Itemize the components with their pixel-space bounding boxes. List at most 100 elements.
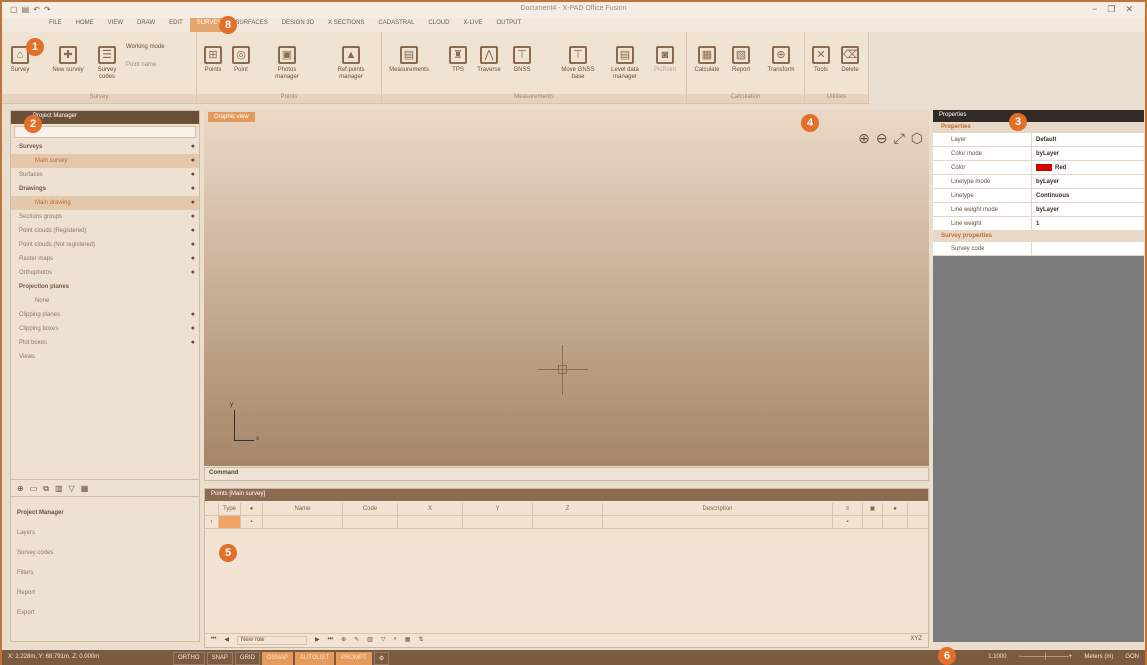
visibility-icon[interactable]: ● xyxy=(191,210,195,224)
survey-codes-button[interactable]: ☰ Survey codes xyxy=(92,46,122,81)
edit-point-icon[interactable]: ✎ xyxy=(354,636,359,645)
tree-item-plot-boxes[interactable]: Plot boxes ● xyxy=(11,336,199,350)
visibility-icon[interactable]: ● xyxy=(191,196,195,210)
ref-points-manager-button[interactable]: ▲ Ref.points manager xyxy=(329,46,373,81)
mode-ortho[interactable]: ORTHO xyxy=(173,652,205,665)
nav-project-manager[interactable]: Project Manager xyxy=(11,503,199,523)
view-cube-icon[interactable]: ⬡ xyxy=(911,130,923,147)
cell-layer[interactable]: ▪ xyxy=(833,516,863,528)
nav-filters[interactable]: Filters xyxy=(11,563,199,583)
tab-x-sections[interactable]: X SECTIONS xyxy=(321,18,371,32)
visibility-icon[interactable]: ● xyxy=(191,182,195,196)
tree-item-point-clouds-not-registered[interactable]: Point clouds (Not registered) ● xyxy=(11,238,199,252)
zoom-extents-icon[interactable]: ⤢ xyxy=(894,130,905,147)
cell-bulb[interactable] xyxy=(883,516,908,528)
visibility-icon[interactable]: ● xyxy=(191,154,195,168)
tree-item-raster-maps[interactable]: Raster maps ● xyxy=(11,252,199,266)
cell-description[interactable] xyxy=(603,516,833,528)
tree-item-orthophotos[interactable]: Orthophotos ● xyxy=(11,266,199,280)
point-name-button[interactable]: Point name xyxy=(126,62,196,69)
mode-prompt[interactable]: PROMPT xyxy=(336,652,372,665)
visibility-icon[interactable]: ● xyxy=(191,308,195,322)
cell-visibility[interactable]: ▪ xyxy=(241,516,263,528)
tab-home[interactable]: HOME xyxy=(69,18,101,32)
col-description[interactable]: Description xyxy=(603,503,833,515)
cell-x[interactable] xyxy=(398,516,463,528)
property-row[interactable]: Linetype Continuous xyxy=(933,189,1144,203)
tab-edit[interactable]: EDIT xyxy=(162,18,190,32)
transform-button[interactable]: ⊕ Transform xyxy=(761,46,801,74)
point-button[interactable]: ◎ Point xyxy=(229,46,253,74)
property-row[interactable]: Line weight mode byLayer xyxy=(933,203,1144,217)
prev-record-icon[interactable]: ◀ xyxy=(224,636,229,645)
tree-item-main-drawing[interactable]: Main drawing ● xyxy=(11,196,199,210)
mode-autolist[interactable]: AUTOLIST xyxy=(294,652,335,665)
property-row[interactable]: Line weight 1 xyxy=(933,217,1144,231)
property-row[interactable]: Layer Default xyxy=(933,133,1144,147)
visibility-icon[interactable]: ● xyxy=(191,224,195,238)
units-readout[interactable]: Meters (m) xyxy=(1084,654,1113,660)
first-record-icon[interactable]: ⏮ xyxy=(211,636,216,645)
cell-photo[interactable] xyxy=(863,516,883,528)
new-survey-button[interactable]: ✚ New survey xyxy=(48,46,88,74)
cell-code[interactable] xyxy=(343,516,398,528)
report-button[interactable]: ▧ Report xyxy=(727,46,755,74)
cell-z[interactable] xyxy=(533,516,603,528)
gnss-button[interactable]: ⊤ GNSS xyxy=(510,46,534,74)
nav-layers[interactable]: Layers xyxy=(11,523,199,543)
visibility-icon[interactable]: ● xyxy=(191,266,195,280)
col-bulb-icon[interactable]: ● xyxy=(883,503,908,515)
project-search-input[interactable] xyxy=(14,126,196,138)
tab-cadastral[interactable]: CADASTRAL xyxy=(371,18,421,32)
columns-icon[interactable]: ▦ xyxy=(405,636,411,645)
graphic-view[interactable]: Graphic view ⊕ ⊖ ⤢ ⬡ y x xyxy=(204,110,929,466)
trash-icon[interactable]: ▥ xyxy=(55,484,63,493)
tab-cloud[interactable]: CLOUD xyxy=(421,18,456,32)
col-type[interactable]: Type xyxy=(219,503,241,515)
tab-x-live[interactable]: X-LIVE xyxy=(456,18,489,32)
mode-grid[interactable]: GRID xyxy=(234,652,260,665)
properties-section[interactable]: Properties xyxy=(933,122,1144,133)
delete-point-icon[interactable]: ▥ xyxy=(367,636,373,645)
cell-name[interactable] xyxy=(263,516,343,528)
measurements-button[interactable]: ▤ Measurements xyxy=(384,46,434,74)
tab-draw[interactable]: DRAW xyxy=(130,18,162,32)
mode-osnap[interactable]: OSNAP xyxy=(261,652,293,665)
col-layer-icon[interactable]: ≡ xyxy=(833,503,863,515)
tree-item-clipping-boxes[interactable]: Clipping boxes ● xyxy=(11,322,199,336)
mode-snap[interactable]: SNAP xyxy=(206,652,233,665)
cell-type[interactable] xyxy=(219,516,241,528)
close-button[interactable]: ✕ xyxy=(1125,4,1133,15)
tree-item-sections-groups[interactable]: Sections groups ● xyxy=(11,210,199,224)
working-mode-button[interactable]: Working mode xyxy=(126,44,196,51)
coord-selector[interactable]: XYZ xyxy=(910,636,922,645)
tree-item-drawings[interactable]: Drawings ● xyxy=(11,182,199,196)
property-row[interactable]: Linetype mode byLayer xyxy=(933,175,1144,189)
visibility-icon[interactable]: ● xyxy=(191,336,195,350)
tree-item-projection-planes[interactable]: Projection planes xyxy=(11,280,199,294)
table-row[interactable]: › ▪ ▪ xyxy=(205,516,928,529)
tree-item-none[interactable]: None xyxy=(11,294,199,308)
last-record-icon[interactable]: ⏭ xyxy=(328,636,333,645)
add-icon[interactable]: ⊕ xyxy=(17,484,24,493)
nav-report[interactable]: Report xyxy=(11,583,199,603)
sort-icon[interactable]: ⇅ xyxy=(418,636,423,645)
property-row[interactable]: Color Red xyxy=(933,161,1144,175)
col-photo-icon[interactable]: ▣ xyxy=(863,503,883,515)
tab-output[interactable]: OUTPUT xyxy=(489,18,528,32)
nav-export[interactable]: Export xyxy=(11,603,199,623)
angle-units-readout[interactable]: GON xyxy=(1125,654,1139,660)
graphic-view-tab[interactable]: Graphic view xyxy=(208,112,255,122)
zoom-out-icon[interactable]: ⊖ xyxy=(876,130,888,147)
col-y[interactable]: Y xyxy=(463,503,533,515)
tab-file[interactable]: FILE xyxy=(42,18,69,32)
settings-gear-icon[interactable]: ⚙ xyxy=(373,652,390,665)
search-icon[interactable]: ⌕ xyxy=(393,636,396,645)
tools-button[interactable]: ✕ Tools xyxy=(809,46,833,74)
new-row-field[interactable]: New row xyxy=(237,636,308,645)
col-visibility-icon[interactable]: ● xyxy=(241,503,263,515)
col-x[interactable]: X xyxy=(398,503,463,515)
visibility-icon[interactable]: ● xyxy=(191,168,195,182)
move-gnss-base-button[interactable]: ⊤ Move GNSS base xyxy=(560,46,596,81)
filter-icon[interactable]: ▽ xyxy=(381,636,386,645)
